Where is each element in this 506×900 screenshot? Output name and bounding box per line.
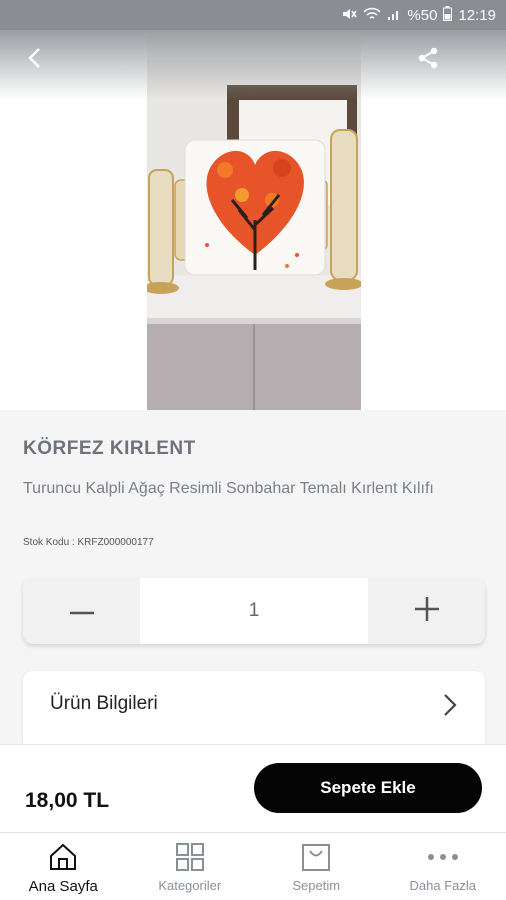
- grid-icon: [173, 840, 207, 874]
- quantity-stepper: 1: [23, 578, 485, 644]
- product-brand: KÖRFEZ KIRLENT: [23, 438, 196, 459]
- status-bar: %50 12:19: [0, 0, 506, 30]
- stock-code: Stok Kodu : KRFZ000000177: [23, 537, 154, 548]
- signal-icon: [387, 7, 401, 24]
- chevron-right-icon: [443, 693, 457, 722]
- chevron-left-icon: [27, 47, 41, 74]
- battery-percent: %50: [407, 6, 438, 24]
- product-info: KÖRFEZ KIRLENT Turuncu Kalpli Ağaç Resim…: [0, 410, 506, 751]
- more-icon: [426, 840, 460, 874]
- plus-icon: [414, 596, 439, 626]
- nav-label-categories: Kategoriler: [158, 878, 222, 893]
- product-price: 18,00 TL: [25, 789, 110, 812]
- purchase-bar: 18,00 TL Sepete Ekle: [0, 744, 506, 832]
- product-image-area: [0, 30, 506, 410]
- share-button[interactable]: [408, 42, 448, 78]
- minus-icon: [69, 602, 94, 620]
- nav-item-home[interactable]: Ana Sayfa: [0, 833, 127, 900]
- nav-label-more: Daha Fazla: [409, 878, 476, 893]
- nav-item-more[interactable]: Daha Fazla: [380, 833, 506, 900]
- product-description: Turuncu Kalpli Ağaç Resimli Sonbahar Tem…: [23, 480, 434, 497]
- nav-label-cart: Sepetim: [292, 878, 341, 893]
- decrease-quantity-button[interactable]: [23, 578, 140, 644]
- clock: 12:19: [458, 6, 496, 24]
- product-details-row[interactable]: Ürün Bilgileri: [23, 671, 485, 751]
- wifi-icon: [363, 7, 382, 24]
- mute-icon: [341, 7, 358, 24]
- product-details-label: Ürün Bilgileri: [50, 693, 158, 714]
- back-button[interactable]: [14, 42, 54, 78]
- share-icon: [417, 47, 439, 74]
- home-icon: [46, 840, 80, 874]
- nav-label-home: Ana Sayfa: [28, 878, 98, 895]
- increase-quantity-button[interactable]: [368, 578, 485, 644]
- nav-item-cart[interactable]: Sepetim: [253, 833, 380, 900]
- quantity-value[interactable]: 1: [140, 578, 368, 644]
- bottom-nav: Ana Sayfa Kategoriler Sepetim Daha Fazla: [0, 832, 506, 900]
- shopping-bag-icon: [299, 840, 333, 874]
- nav-item-categories[interactable]: Kategoriler: [127, 833, 254, 900]
- add-to-cart-button[interactable]: Sepete Ekle: [254, 763, 482, 813]
- battery-icon: [443, 6, 453, 24]
